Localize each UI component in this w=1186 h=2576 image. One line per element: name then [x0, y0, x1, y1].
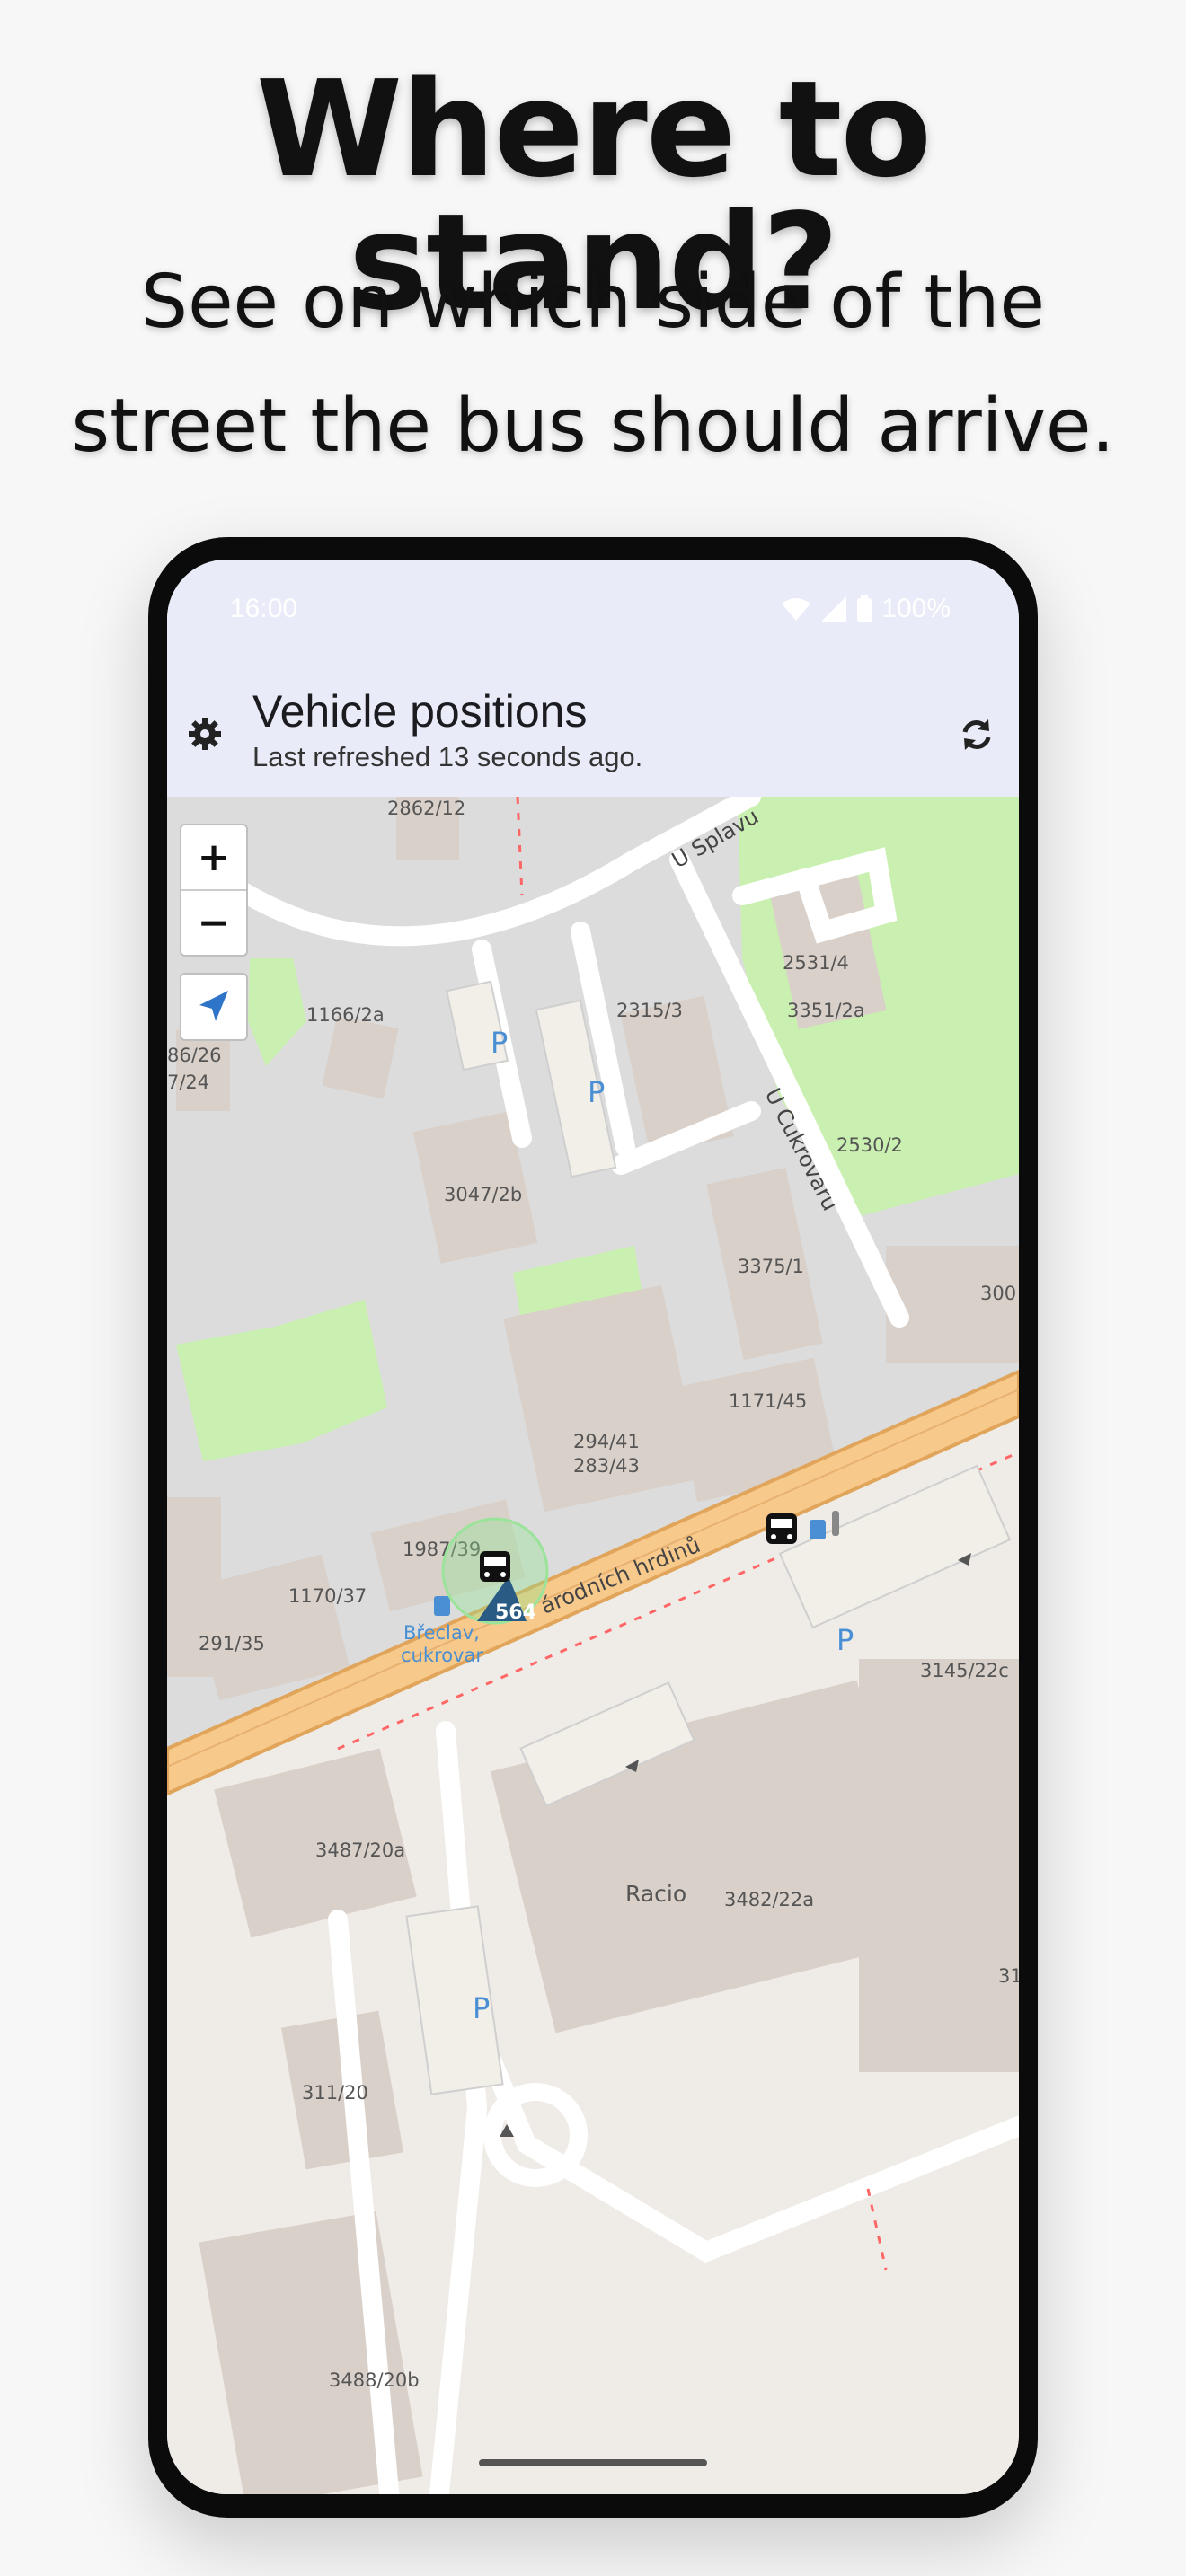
subline-line-2: street the bus should arrive.	[71, 384, 1115, 469]
building-number: 7/24	[167, 1072, 209, 1093]
parking-label: P	[588, 1075, 605, 1109]
battery-icon	[857, 595, 872, 622]
building-number: 1171/45	[729, 1390, 807, 1412]
page-title: Vehicle positions	[252, 686, 588, 737]
building-number: 3482/22a	[724, 1889, 814, 1910]
map-view[interactable]: P P P P 2862/12 1166/2a 2315/3 2531/4 33…	[167, 787, 1019, 2494]
building-number: 2862/12	[387, 798, 465, 819]
battery-level: 100%	[881, 594, 951, 623]
building-number: 2530/2	[836, 1134, 903, 1156]
building-number: 1170/37	[288, 1585, 367, 1607]
refresh-icon[interactable]	[958, 716, 996, 754]
map-canvas[interactable]: P P P P 2862/12 1166/2a 2315/3 2531/4 33…	[167, 787, 1019, 2494]
parking-label: P	[836, 1623, 854, 1657]
building-number: 3488/20b	[329, 2369, 420, 2391]
app-bar: Vehicle positions Last refreshed 13 seco…	[167, 658, 1019, 797]
status-time: 16:00	[230, 594, 298, 623]
last-refreshed-text: Last refreshed 13 seconds ago.	[252, 741, 643, 772]
building-number: Racio	[625, 1881, 686, 1907]
bus-icon[interactable]	[766, 1513, 797, 1544]
building-number: 283/43	[573, 1455, 640, 1477]
building-number: 294/41	[573, 1431, 640, 1452]
building-number: 31	[998, 1965, 1019, 1987]
building-number: 2315/3	[616, 1000, 683, 1021]
building-number: 2531/4	[783, 952, 849, 974]
building-number: 3047/2b	[444, 1184, 522, 1205]
parking-label: P	[491, 1026, 508, 1060]
subline-line-1: See on which side of the	[141, 260, 1045, 345]
building-number: 3487/20a	[315, 1839, 405, 1861]
parking-label: P	[473, 1991, 490, 2025]
building-number: 311/20	[302, 2082, 368, 2104]
subline: See on which side of the street the bus …	[0, 241, 1186, 489]
phone-screen: 16:00 100% Vehicle positions Last refres…	[167, 560, 1019, 2494]
locate-me-button[interactable]	[180, 973, 248, 1041]
building-number: 3145/22c	[920, 1660, 1009, 1681]
zoom-control: + −	[180, 824, 248, 957]
bus-stop-name: Břeclav,	[403, 1622, 480, 1644]
status-bar: 16:00 100%	[167, 560, 1019, 658]
building-number: 3351/2a	[787, 1000, 865, 1021]
bus-icon[interactable]	[480, 1551, 510, 1582]
gear-icon[interactable]	[187, 716, 223, 752]
signal-icon	[821, 596, 847, 622]
wifi-icon	[782, 598, 811, 621]
vehicle-line-label: 564	[495, 1601, 536, 1624]
status-icons: 100%	[781, 594, 951, 624]
bus-stop-name: cukrovar	[401, 1645, 483, 1666]
navigation-arrow-icon	[199, 991, 228, 1021]
home-indicator[interactable]	[479, 2459, 707, 2466]
zoom-in-button[interactable]: +	[181, 825, 246, 889]
building-number: 3375/1	[738, 1256, 804, 1277]
bus-stop-icon[interactable]	[434, 1596, 450, 1616]
building-number: 291/35	[199, 1633, 265, 1654]
building-number: 300	[980, 1283, 1016, 1304]
building-number: 1166/2a	[306, 1004, 385, 1026]
zoom-out-button[interactable]: −	[181, 889, 246, 955]
building-number: 86/26	[167, 1045, 222, 1066]
phone-frame: 16:00 100% Vehicle positions Last refres…	[148, 537, 1038, 2518]
